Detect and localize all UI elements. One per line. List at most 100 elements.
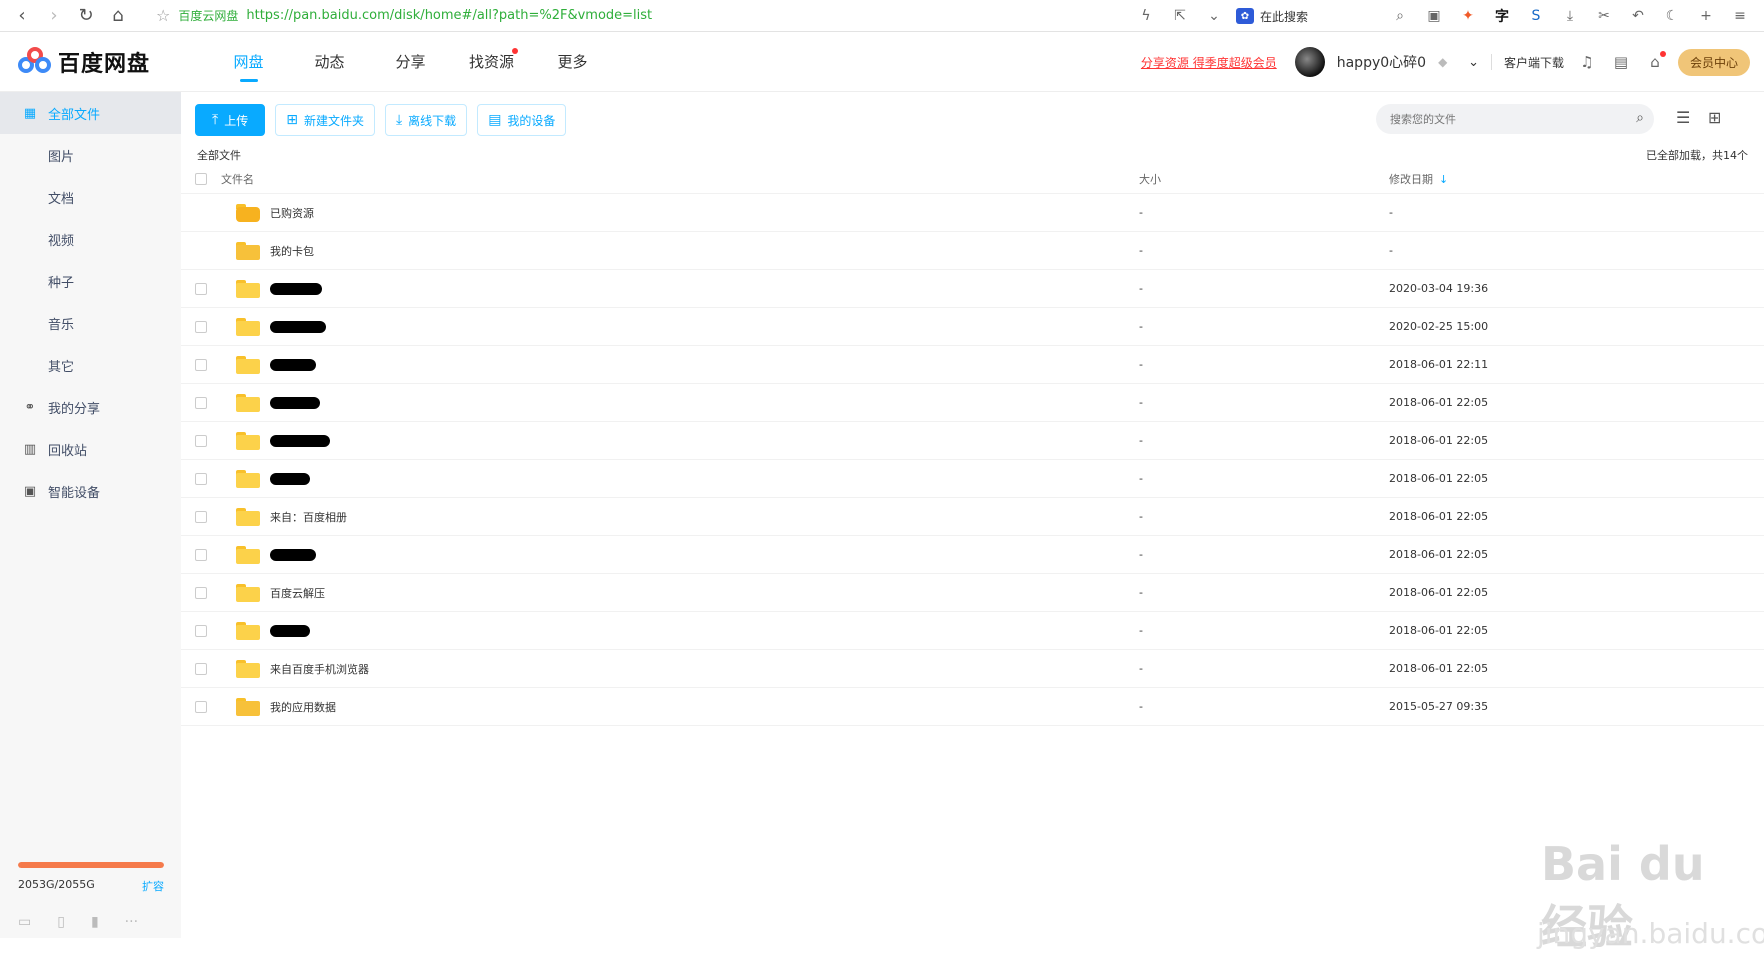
search-icon[interactable]: ⌕ xyxy=(1636,110,1644,126)
row-checkbox[interactable] xyxy=(195,472,207,485)
more-icon[interactable]: ··· xyxy=(125,914,138,930)
home-icon[interactable]: ⌂ xyxy=(104,2,132,30)
file-name-cell[interactable]: 来自百度手机浏览器 xyxy=(236,659,369,678)
clipboard-icon[interactable]: ▤ xyxy=(1610,51,1632,73)
file-name-cell[interactable] xyxy=(236,355,316,374)
sidebar-item-music[interactable]: 音乐 xyxy=(0,302,181,344)
file-name-cell[interactable]: 百度云解压 xyxy=(236,583,325,602)
browser-search[interactable]: ✿ 在此搜索 xyxy=(1235,8,1308,25)
file-name-cell[interactable]: 已购资源 xyxy=(236,203,314,222)
row-checkbox[interactable] xyxy=(195,510,207,523)
expand-storage-link[interactable]: 扩容 xyxy=(142,878,164,894)
table-row[interactable]: - 2018-06-01 22:05 xyxy=(181,459,1764,498)
file-name-cell[interactable] xyxy=(236,279,322,298)
row-checkbox[interactable] xyxy=(195,586,207,599)
file-name-cell[interactable]: 来自：百度相册 xyxy=(236,507,347,526)
username[interactable]: happy0心碎0 xyxy=(1337,52,1426,72)
file-name-cell[interactable] xyxy=(236,393,320,412)
translate-icon[interactable]: 字 xyxy=(1490,4,1514,28)
brand-logo[interactable]: 百度网盘 xyxy=(0,46,200,78)
search-icon[interactable]: ⌕ xyxy=(1388,4,1412,28)
plus-icon[interactable]: + xyxy=(1694,4,1718,28)
new-folder-button[interactable]: ⊞ 新建文件夹 xyxy=(275,104,375,136)
client-download-link[interactable]: 客户端下载 xyxy=(1504,54,1564,71)
undo-icon[interactable]: ↶ xyxy=(1626,4,1650,28)
lightning-icon[interactable]: ϟ xyxy=(1134,4,1158,28)
monitor-icon[interactable]: ▭ xyxy=(18,914,31,930)
file-name-cell[interactable] xyxy=(236,621,310,640)
table-row[interactable]: - 2018-06-01 22:05 xyxy=(181,383,1764,422)
search-input[interactable] xyxy=(1390,112,1620,126)
reload-icon[interactable]: ↻ xyxy=(72,2,100,30)
table-row[interactable]: - 2020-02-25 15:00 xyxy=(181,307,1764,346)
row-checkbox[interactable] xyxy=(195,320,207,333)
address-bar[interactable]: ☆ 百度云网盘 https://pan.baidu.com/disk/home#… xyxy=(156,6,652,25)
image-icon[interactable]: ▣ xyxy=(1422,4,1446,28)
select-all-checkbox[interactable] xyxy=(195,173,207,185)
promo-link[interactable]: 分享资源 得季度超级会员 xyxy=(1141,54,1277,71)
table-row[interactable]: 来自：百度相册 - 2018-06-01 22:05 xyxy=(181,497,1764,536)
back-icon[interactable]: ‹ xyxy=(8,2,36,30)
moon-icon[interactable]: ☾ xyxy=(1660,4,1684,28)
sidebar-item-videos[interactable]: 视频 xyxy=(0,218,181,260)
file-name-cell[interactable] xyxy=(236,469,310,488)
sidebar-item-my-shares[interactable]: ⚭ 我的分享 xyxy=(0,386,181,428)
nav-disk[interactable]: 网盘 xyxy=(208,32,289,92)
column-date[interactable]: 修改日期 ↓ xyxy=(1389,171,1448,187)
table-row[interactable]: 百度云解压 - 2018-06-01 22:05 xyxy=(181,573,1764,612)
row-checkbox[interactable] xyxy=(195,662,207,675)
download-icon[interactable]: ⤓ xyxy=(1558,4,1582,28)
breadcrumb[interactable]: 全部文件 xyxy=(197,147,241,163)
my-devices-button[interactable]: ▤ 我的设备 xyxy=(477,104,567,136)
table-row[interactable]: - 2018-06-01 22:05 xyxy=(181,611,1764,650)
nav-more[interactable]: 更多 xyxy=(532,32,613,92)
sort-icon[interactable]: ☰ xyxy=(1676,108,1690,127)
dropdown-icon[interactable]: ⌄ xyxy=(1202,4,1226,28)
forward-icon[interactable]: › xyxy=(40,2,68,30)
file-name-cell[interactable]: 我的应用数据 xyxy=(236,697,336,716)
nav-share[interactable]: 分享 xyxy=(370,32,451,92)
table-row[interactable]: - 2020-03-04 19:36 xyxy=(181,269,1764,308)
url-text[interactable]: https://pan.baidu.com/disk/home#/all?pat… xyxy=(246,8,652,23)
table-row[interactable]: 我的应用数据 - 2015-05-27 09:35 xyxy=(181,687,1764,726)
table-row[interactable]: 已购资源 - - xyxy=(181,193,1764,232)
row-checkbox[interactable] xyxy=(195,700,207,713)
offline-download-button[interactable]: ⤓ 离线下载 xyxy=(384,104,468,136)
chevron-down-icon[interactable]: ⌄ xyxy=(1468,55,1479,70)
upload-button[interactable]: ⤒ 上传 xyxy=(195,104,266,136)
sidebar-item-torrents[interactable]: 种子 xyxy=(0,260,181,302)
table-row[interactable]: - 2018-06-01 22:05 xyxy=(181,421,1764,460)
gamepad-icon[interactable]: ✦ xyxy=(1456,4,1480,28)
nav-activity[interactable]: 动态 xyxy=(289,32,370,92)
table-row[interactable]: 我的卡包 - - xyxy=(181,231,1764,270)
shirt-icon[interactable]: ⌂ xyxy=(1644,51,1666,73)
table-row[interactable]: - 2018-06-01 22:05 xyxy=(181,535,1764,574)
sidebar-item-other[interactable]: 其它 xyxy=(0,344,181,386)
row-checkbox[interactable] xyxy=(195,548,207,561)
nav-find-resources[interactable]: 找资源 xyxy=(451,32,532,92)
menu-icon[interactable]: ≡ xyxy=(1728,4,1752,28)
sidebar-item-smart-devices[interactable]: ▣ 智能设备 xyxy=(0,470,181,512)
sidebar-item-recycle-bin[interactable]: ▥ 回收站 xyxy=(0,428,181,470)
share-page-icon[interactable]: ⇱ xyxy=(1168,4,1192,28)
bell-icon[interactable]: ♫ xyxy=(1576,51,1598,73)
sidebar-item-images[interactable]: 图片 xyxy=(0,134,181,176)
scissors-icon[interactable]: ✂ xyxy=(1592,4,1616,28)
column-size[interactable]: 大小 xyxy=(1139,171,1161,187)
file-name-cell[interactable] xyxy=(236,431,330,450)
phone-icon[interactable]: ▮ xyxy=(91,914,99,930)
avatar[interactable] xyxy=(1294,47,1325,77)
row-checkbox[interactable] xyxy=(195,434,207,447)
file-name-cell[interactable] xyxy=(236,317,326,336)
tablet-icon[interactable]: ▯ xyxy=(57,914,65,930)
grid-view-icon[interactable]: ⊞ xyxy=(1708,108,1721,127)
bookmark-star-icon[interactable]: ☆ xyxy=(156,6,170,25)
table-row[interactable]: - 2018-06-01 22:11 xyxy=(181,345,1764,384)
vip-center-button[interactable]: 会员中心 xyxy=(1677,48,1750,76)
sidebar-item-all-files[interactable]: ▦ 全部文件 xyxy=(0,92,181,134)
row-checkbox[interactable] xyxy=(195,358,207,371)
row-checkbox[interactable] xyxy=(195,396,207,409)
sidebar-item-documents[interactable]: 文档 xyxy=(0,176,181,218)
sogou-icon[interactable]: S xyxy=(1524,4,1548,28)
row-checkbox[interactable] xyxy=(195,282,207,295)
